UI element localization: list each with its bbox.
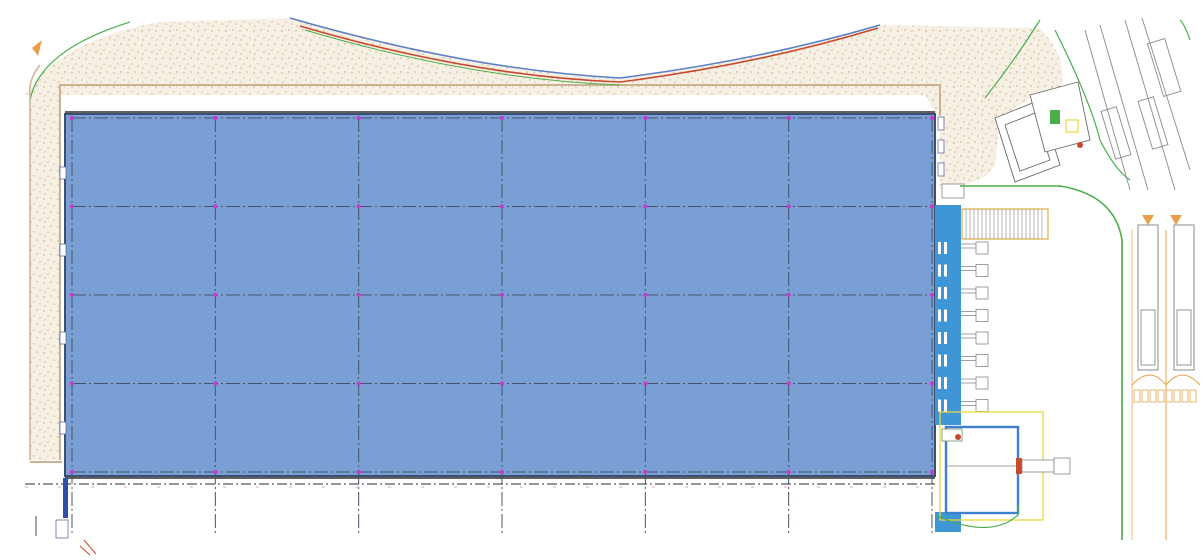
grid-column-node-3-2 <box>499 292 505 298</box>
grid-column-node-0-2 <box>69 292 75 298</box>
grid-column-node-3-1 <box>499 204 505 209</box>
dock-door-8 <box>938 399 989 412</box>
grid-column-node-6-3 <box>929 381 935 386</box>
east-wall-doors <box>937 116 945 177</box>
grid-column-node-6-1 <box>929 204 935 209</box>
grid-column-node-1-4 <box>213 469 218 475</box>
grid-column-node-2-0 <box>356 115 361 121</box>
perimeter-drainage-line <box>25 483 935 488</box>
grid-column-node-2-1 <box>356 204 361 209</box>
grid-column-node-4-2 <box>643 292 648 298</box>
annex-building <box>934 411 1071 529</box>
dock-door-2 <box>938 264 989 277</box>
fire-hydrant-icon <box>79 539 97 556</box>
grid-column-node-3-0 <box>499 115 505 121</box>
grid-column-node-3-3 <box>499 381 505 386</box>
dock-door-3 <box>938 286 989 300</box>
grid-column-node-6-4 <box>929 469 935 475</box>
grid-column-node-0-4 <box>69 469 75 475</box>
grid-column-node-1-1 <box>213 204 218 209</box>
grid-column-node-4-1 <box>643 204 648 209</box>
grid-column-node-0-1 <box>69 204 75 209</box>
grid-column-node-5-4 <box>786 469 791 475</box>
grid-column-node-4-0 <box>643 115 648 121</box>
gate-marker <box>35 478 69 539</box>
grid-column-node-2-4 <box>356 469 361 475</box>
grid-column-node-1-3 <box>213 381 218 386</box>
grid-column-node-6-2 <box>929 292 935 298</box>
grid-column-node-0-3 <box>69 381 75 386</box>
grid-column-node-6-0 <box>929 115 935 121</box>
grid-column-node-4-4 <box>643 469 648 475</box>
dock-door-6 <box>938 354 989 367</box>
grid-column-node-5-0 <box>786 115 791 121</box>
grid-column-node-3-4 <box>499 469 505 475</box>
grid-column-node-2-2 <box>356 292 361 298</box>
grid-column-node-5-2 <box>786 292 791 298</box>
grid-column-node-1-0 <box>213 115 218 121</box>
dock-door-4 <box>938 309 989 322</box>
grid-column-node-0-0 <box>69 115 75 121</box>
grid-column-node-1-2 <box>213 292 218 298</box>
site-plan-drawing <box>25 17 1201 556</box>
grid-column-node-5-3 <box>786 381 791 386</box>
grid-column-node-2-3 <box>356 381 361 386</box>
north-arrow-icon <box>32 40 42 56</box>
grid-column-node-4-3 <box>643 381 648 386</box>
dock-door-7 <box>938 376 989 390</box>
truck-parking-north <box>1084 17 1191 191</box>
dock-door-1 <box>938 241 989 255</box>
dock-door-5 <box>938 331 989 345</box>
grid-column-node-5-1 <box>786 204 791 209</box>
